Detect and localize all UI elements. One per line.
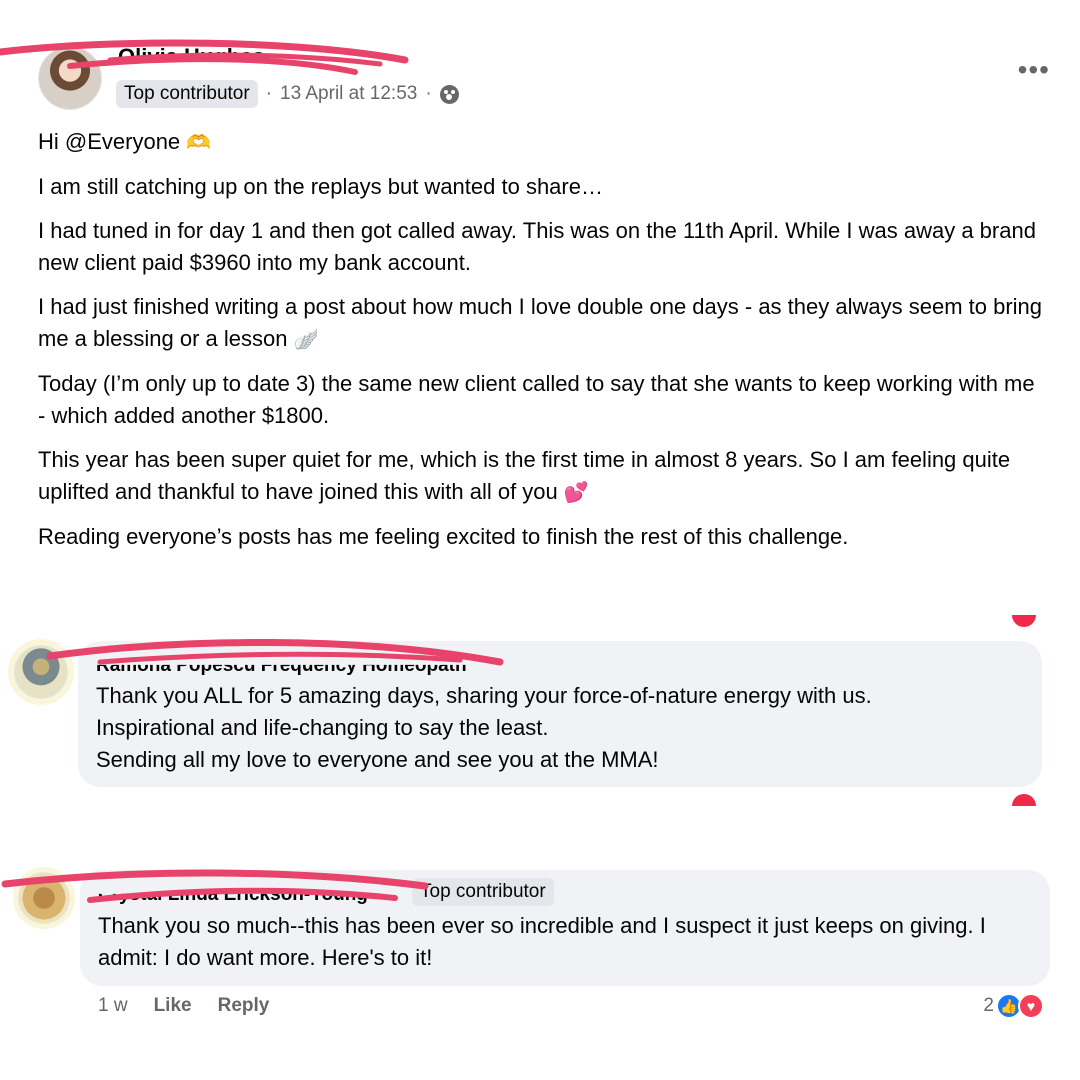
commenter-avatar[interactable] [14, 645, 68, 699]
post-paragraph: I had just finished writing a post about… [38, 294, 1043, 351]
audience-group-icon[interactable] [439, 84, 459, 104]
post-timestamp[interactable]: 13 April at 12:53 [280, 83, 417, 105]
reaction-count: 2 [983, 995, 994, 1016]
post-paragraph: Today (I’m only up to date 3) the same n… [38, 371, 1035, 428]
heart-hands-icon: 🫶 [186, 132, 212, 154]
cropped-reaction-icon [1012, 794, 1036, 806]
more-options-icon[interactable]: ••• [1018, 56, 1050, 84]
post-author-name[interactable]: Olivia Hughes [118, 44, 265, 59]
post-paragraph: Hi @Everyone 🫶 [38, 129, 212, 154]
love-reaction-icon: ♥ [1018, 993, 1044, 1019]
top-contributor-badge: Top contributor [412, 878, 554, 906]
comment-actions: 1 w Like Reply [98, 995, 269, 1017]
meta-separator: · [265, 83, 273, 104]
post-paragraph: Reading everyone’s posts has me feeling … [38, 524, 849, 549]
post-body: Hi @Everyone 🫶 I am still catching up on… [38, 126, 1048, 565]
top-contributor-badge: Top contributor [116, 80, 258, 108]
post-paragraph: I am still catching up on the replays bu… [38, 174, 603, 199]
commenter-avatar[interactable] [18, 872, 70, 924]
post-paragraph: This year has been super quiet for me, w… [38, 447, 1011, 504]
meta-separator: · [425, 83, 432, 104]
post-paragraph: I had tuned in for day 1 and then got ca… [38, 218, 1036, 275]
comment-text: Thank you so much--this has been ever so… [98, 913, 986, 970]
post-author-avatar[interactable] [38, 46, 102, 110]
reply-button[interactable]: Reply [218, 995, 270, 1017]
post-meta: Top contributor · 13 April at 12:53 · [116, 80, 459, 108]
cropped-reaction-icon [1012, 615, 1036, 627]
two-hearts-icon: 💕 [563, 482, 589, 504]
comment-text: Thank you ALL for 5 amazing days, sharin… [96, 683, 872, 772]
wing-icon: 🪽 [293, 329, 319, 351]
reactions-summary[interactable]: 2 👍 ♥ [983, 993, 1044, 1019]
like-button[interactable]: Like [154, 995, 192, 1017]
comment-age[interactable]: 1 w [98, 995, 128, 1017]
